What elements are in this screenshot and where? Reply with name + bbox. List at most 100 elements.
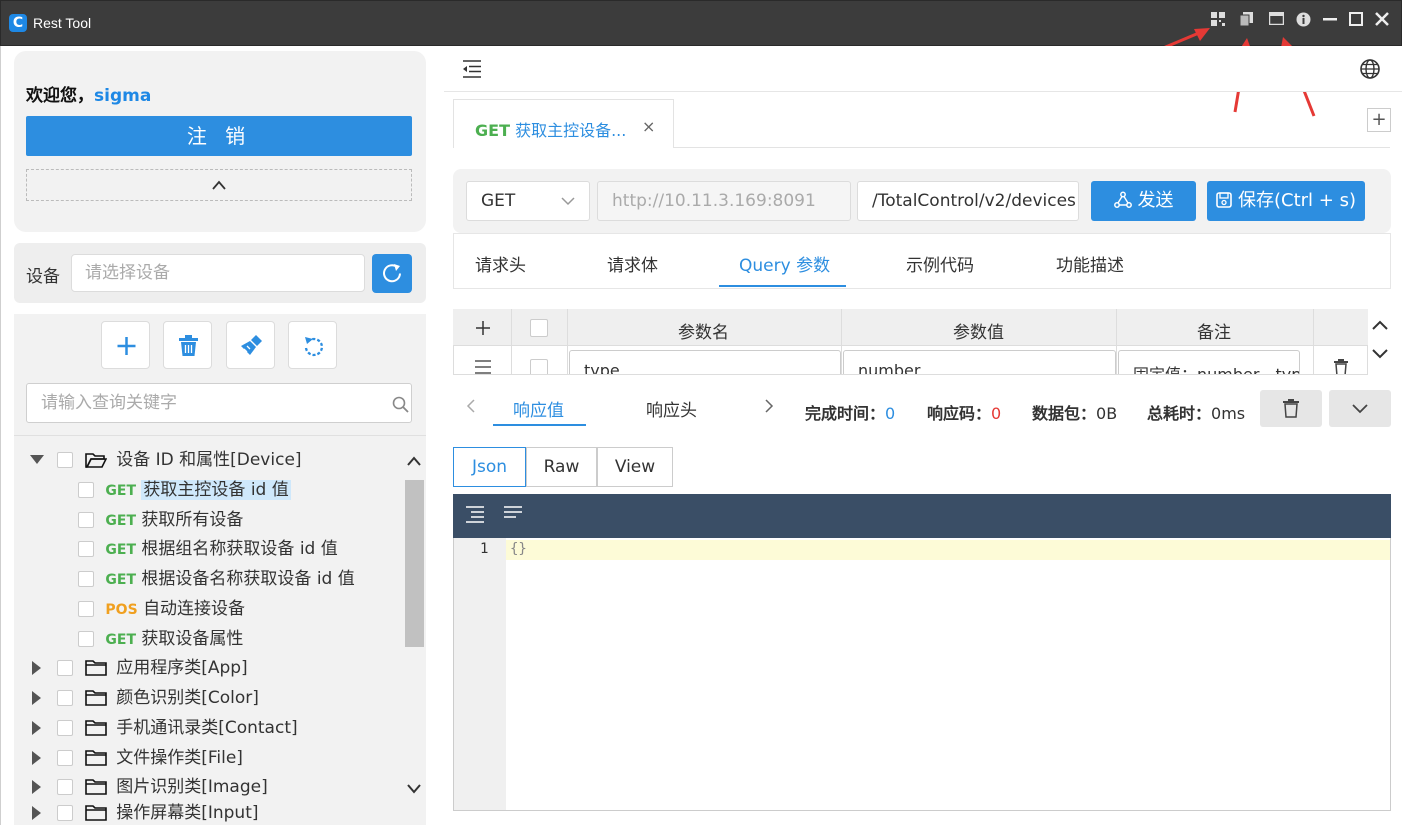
tree-scroll-thumb[interactable] xyxy=(405,480,424,647)
tree-item[interactable]: POS 自动连接设备 xyxy=(78,594,245,624)
response-tab-indicator xyxy=(493,424,586,426)
app-title: Rest Tool xyxy=(33,15,92,31)
view-view-button[interactable]: View xyxy=(597,447,673,487)
tab-request-headers[interactable]: 请求头 xyxy=(475,251,526,276)
tree-item[interactable]: GET 根据设备名称获取设备 id 值 xyxy=(78,564,355,594)
checkbox[interactable] xyxy=(78,601,94,617)
welcome-text: 欢迎您，sigma xyxy=(26,86,152,106)
caret-right-icon xyxy=(32,661,41,675)
app-logo: C xyxy=(9,14,27,32)
broom-icon xyxy=(241,335,262,355)
add-param-icon[interactable] xyxy=(474,319,492,337)
device-select[interactable]: 请选择设备 xyxy=(71,254,365,292)
globe-icon[interactable] xyxy=(1359,58,1381,80)
undo-icon xyxy=(304,337,324,357)
tree-group-contact[interactable]: 手机通讯录类[Contact] xyxy=(32,713,298,743)
scroll-up-icon[interactable] xyxy=(406,455,422,467)
scroll-down-icon[interactable] xyxy=(406,783,422,795)
checkbox[interactable] xyxy=(57,660,74,676)
clear-response-button[interactable] xyxy=(1260,390,1322,427)
editor-toolbar xyxy=(453,494,1391,538)
checkbox[interactable] xyxy=(78,482,94,498)
send-button[interactable]: 发送 xyxy=(1091,181,1196,221)
search-icon xyxy=(392,396,409,413)
device-label: 设备 xyxy=(26,267,60,287)
active-tab-indicator xyxy=(719,285,846,287)
refresh-icon xyxy=(383,264,401,283)
menu-indent-icon[interactable] xyxy=(461,59,483,79)
tree-item[interactable]: GET 获取主控设备 id 值 xyxy=(78,475,291,505)
tree-item[interactable]: GET 获取所有设备 xyxy=(78,505,243,535)
view-raw-button[interactable]: Raw xyxy=(526,447,597,487)
save-button[interactable]: 保存(Ctrl + s) xyxy=(1207,181,1365,221)
scroll-down-icon[interactable] xyxy=(1371,348,1389,360)
tab-response-headers[interactable]: 响应头 xyxy=(646,396,697,421)
scroll-up-icon[interactable] xyxy=(1371,319,1389,331)
checkbox[interactable] xyxy=(78,512,94,528)
checkbox[interactable] xyxy=(78,541,94,557)
tree-group-image[interactable]: 图片识别类[Image] xyxy=(32,772,268,802)
caret-right-icon xyxy=(32,780,41,794)
host-input[interactable]: http://10.11.3.169:8091 xyxy=(597,181,851,221)
checkbox[interactable] xyxy=(57,452,74,468)
param-name-input[interactable]: type xyxy=(569,350,841,374)
right-header xyxy=(444,46,1402,92)
editor-content[interactable]: {} xyxy=(510,541,527,557)
tab-close-icon[interactable]: × xyxy=(642,117,655,136)
folder-icon xyxy=(85,805,107,821)
path-input[interactable]: /TotalControl/v2/devices xyxy=(857,181,1079,221)
caret-right-icon xyxy=(32,691,41,705)
editor-gutter xyxy=(454,538,506,810)
checkbox[interactable] xyxy=(78,631,94,647)
refresh-device-button[interactable] xyxy=(372,254,412,293)
tree-group-input[interactable]: 操作屏幕类[Input] xyxy=(32,802,259,823)
close-icon[interactable] xyxy=(1372,12,1392,32)
tree-group-file[interactable]: 文件操作类[File] xyxy=(32,743,243,773)
compact-icon[interactable] xyxy=(503,506,523,520)
checkbox[interactable] xyxy=(57,720,74,736)
tree-clip: 操作屏幕类[Input] xyxy=(14,802,404,823)
param-value-input[interactable]: number xyxy=(843,350,1116,374)
checkbox[interactable] xyxy=(78,571,94,587)
maximize-icon[interactable] xyxy=(1346,12,1366,32)
clean-button[interactable] xyxy=(226,321,275,369)
tab-query-params[interactable]: Query 参数 xyxy=(739,251,830,276)
view-json-button[interactable]: Json xyxy=(453,447,526,487)
tab-sample-code[interactable]: 示例代码 xyxy=(906,251,974,276)
checkbox[interactable] xyxy=(57,690,74,706)
save-icon xyxy=(1216,192,1232,208)
tree-group-color[interactable]: 颜色识别类[Color] xyxy=(32,683,259,713)
logout-button[interactable]: 注 销 xyxy=(26,116,412,156)
param-note-input[interactable]: 固定值：number，typ xyxy=(1118,350,1300,374)
search-input[interactable]: 请输入查询关键字 xyxy=(26,383,412,423)
tree-item[interactable]: GET 获取设备属性 xyxy=(78,624,243,654)
collapse-toggle[interactable] xyxy=(26,169,412,201)
row-checkbox[interactable] xyxy=(530,359,548,374)
response-bar xyxy=(453,380,1391,428)
collapse-response-button[interactable] xyxy=(1329,390,1391,427)
checkbox[interactable] xyxy=(57,805,74,821)
tab-request-body[interactable]: 请求体 xyxy=(607,251,658,276)
delete-button[interactable] xyxy=(163,321,212,369)
chevron-down-icon xyxy=(561,197,575,206)
chevron-right-icon[interactable] xyxy=(764,399,774,413)
stat-size: 数据包：0B xyxy=(1032,404,1118,423)
trash-icon xyxy=(1283,399,1299,418)
tab-response-body[interactable]: 响应值 xyxy=(513,396,564,421)
add-button[interactable] xyxy=(101,321,150,369)
select-all-checkbox[interactable] xyxy=(530,319,548,337)
method-select[interactable]: GET xyxy=(466,181,590,221)
checkbox[interactable] xyxy=(57,779,74,795)
checkbox[interactable] xyxy=(57,750,74,766)
tree-item[interactable]: GET 根据组名称获取设备 id 值 xyxy=(78,534,338,564)
format-icon[interactable] xyxy=(465,506,485,524)
tree-divider xyxy=(14,435,426,436)
tree-group-device[interactable]: 设备 ID 和属性[Device] xyxy=(30,445,302,475)
request-tab-label[interactable]: GET 获取主控设备... xyxy=(475,117,626,141)
add-tab-button[interactable]: + xyxy=(1367,108,1391,132)
reset-button[interactable] xyxy=(288,321,337,369)
tree-group-app[interactable]: 应用程序类[App] xyxy=(32,653,248,683)
chevron-left-icon[interactable] xyxy=(466,399,476,413)
tab-description[interactable]: 功能描述 xyxy=(1056,251,1124,276)
stat-total-time: 总耗时：0ms xyxy=(1147,404,1246,423)
